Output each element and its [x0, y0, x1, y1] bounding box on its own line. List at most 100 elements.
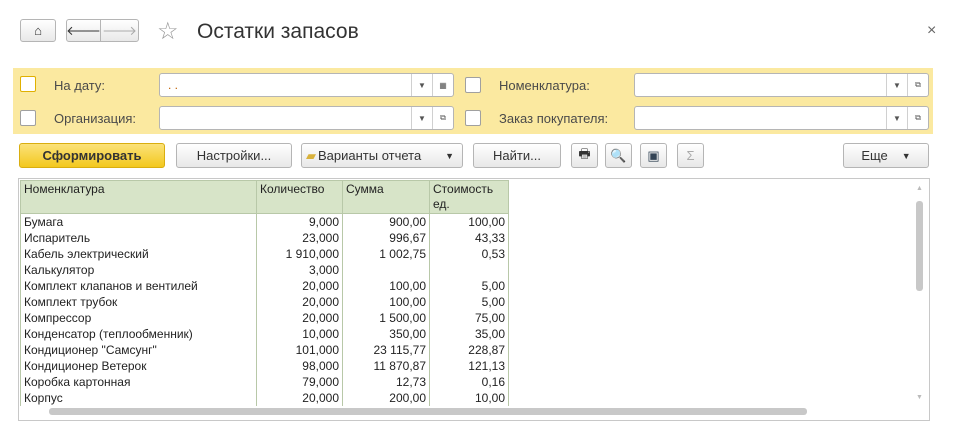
open-icon[interactable]: ⧉: [907, 107, 928, 129]
vertical-scrollbar[interactable]: [916, 201, 923, 291]
cell-quantity[interactable]: 23,000: [256, 230, 343, 246]
table-row[interactable]: Корпус 20,000 200,00 10,00: [20, 390, 509, 406]
print-button[interactable]: 🖶: [571, 143, 598, 168]
cell-unit-cost[interactable]: 5,00: [429, 278, 509, 294]
table-row[interactable]: Коробка картонная 79,000 12,73 0,16: [20, 374, 509, 390]
cell-unit-cost[interactable]: 0,16: [429, 374, 509, 390]
cell-nomenclature[interactable]: Кондиционер Ветерок: [20, 358, 257, 374]
back-button[interactable]: 🡐: [66, 19, 101, 42]
organization-checkbox[interactable]: [20, 110, 36, 126]
save-button[interactable]: ▣: [640, 143, 667, 168]
cell-sum[interactable]: [342, 262, 430, 278]
cell-sum[interactable]: 100,00: [342, 278, 430, 294]
cell-sum[interactable]: 11 870,87: [342, 358, 430, 374]
cell-quantity[interactable]: 98,000: [256, 358, 343, 374]
find-button[interactable]: Найти...: [473, 143, 561, 168]
cell-sum[interactable]: 350,00: [342, 326, 430, 342]
cell-nomenclature[interactable]: Коробка картонная: [20, 374, 257, 390]
scroll-up-icon[interactable]: ▲: [916, 185, 923, 192]
cell-unit-cost[interactable]: [429, 262, 509, 278]
generate-button[interactable]: Сформировать: [19, 143, 165, 168]
table-row[interactable]: Кондиционер Ветерок 98,000 11 870,87 121,13: [20, 358, 509, 374]
cell-unit-cost[interactable]: 35,00: [429, 326, 509, 342]
cell-sum[interactable]: 12,73: [342, 374, 430, 390]
cell-quantity[interactable]: 20,000: [256, 278, 343, 294]
sigma-icon: Σ: [686, 148, 695, 163]
cell-quantity[interactable]: 20,000: [256, 390, 343, 406]
cell-quantity[interactable]: 101,000: [256, 342, 343, 358]
open-icon[interactable]: ⧉: [907, 74, 928, 96]
dropdown-icon[interactable]: ▼: [411, 74, 432, 96]
cell-quantity[interactable]: 10,000: [256, 326, 343, 342]
date-checkbox[interactable]: [20, 76, 36, 92]
cell-nomenclature[interactable]: Компрессор: [20, 310, 257, 326]
cell-sum[interactable]: 1 500,00: [342, 310, 430, 326]
cell-quantity[interactable]: 20,000: [256, 294, 343, 310]
cell-unit-cost[interactable]: 10,00: [429, 390, 509, 406]
customer-order-checkbox[interactable]: [465, 110, 481, 126]
cell-quantity[interactable]: 1 910,000: [256, 246, 343, 262]
dropdown-icon[interactable]: ▼: [886, 74, 907, 96]
dropdown-icon[interactable]: ▼: [411, 107, 432, 129]
home-button[interactable]: ⌂: [20, 19, 56, 42]
preview-button[interactable]: 🔍: [605, 143, 632, 168]
customer-order-input[interactable]: ▼ ⧉: [634, 106, 929, 130]
cell-unit-cost[interactable]: 75,00: [429, 310, 509, 326]
cell-quantity[interactable]: 3,000: [256, 262, 343, 278]
cell-sum[interactable]: 23 115,77: [342, 342, 430, 358]
cell-sum[interactable]: 1 002,75: [342, 246, 430, 262]
settings-button[interactable]: Настройки...: [176, 143, 292, 168]
table-row[interactable]: Испаритель 23,000 996,67 43,33: [20, 230, 509, 246]
table-row[interactable]: Калькулятор 3,000: [20, 262, 509, 278]
scroll-down-icon[interactable]: ▼: [916, 394, 923, 401]
cell-unit-cost[interactable]: 100,00: [429, 213, 509, 230]
column-header-sum: Сумма: [342, 180, 430, 214]
nomenclature-input[interactable]: ▼ ⧉: [634, 73, 929, 97]
table-row[interactable]: Кондиционер "Самсунг" 101,000 23 115,77 228…: [20, 342, 509, 358]
cell-sum[interactable]: 996,67: [342, 230, 430, 246]
cell-nomenclature[interactable]: Конденсатор (теплообменник): [20, 326, 257, 342]
cell-nomenclature[interactable]: Калькулятор: [20, 262, 257, 278]
cell-unit-cost[interactable]: 228,87: [429, 342, 509, 358]
report-variants-button[interactable]: ▰ Варианты отчета ▼: [301, 143, 463, 168]
calendar-icon[interactable]: ▦: [432, 74, 453, 96]
cell-unit-cost[interactable]: 0,53: [429, 246, 509, 262]
table-row[interactable]: Комплект трубок 20,000 100,00 5,00: [20, 294, 509, 310]
dropdown-icon[interactable]: ▼: [886, 107, 907, 129]
horizontal-scrollbar[interactable]: [49, 408, 807, 415]
open-icon[interactable]: ⧉: [432, 107, 453, 129]
cell-nomenclature[interactable]: Комплект клапанов и вентилей: [20, 278, 257, 294]
column-header-unit-cost: Стоимость ед.: [429, 180, 509, 214]
cell-unit-cost[interactable]: 43,33: [429, 230, 509, 246]
cell-quantity[interactable]: 9,000: [256, 213, 343, 230]
nomenclature-checkbox[interactable]: [465, 77, 481, 93]
cell-quantity[interactable]: 79,000: [256, 374, 343, 390]
cell-unit-cost[interactable]: 5,00: [429, 294, 509, 310]
forward-button[interactable]: 🡒: [100, 19, 139, 42]
cell-nomenclature[interactable]: Бумага: [20, 213, 257, 230]
cell-quantity[interactable]: 20,000: [256, 310, 343, 326]
table-row[interactable]: Комплект клапанов и вентилей 20,000 100,00…: [20, 278, 509, 294]
date-input[interactable]: . . ▼ ▦: [159, 73, 454, 97]
arrow-left-icon: 🡐: [66, 22, 101, 38]
table-row[interactable]: Бумага 9,000 900,00 100,00: [20, 213, 509, 230]
favorite-star-icon[interactable]: ☆: [157, 17, 179, 46]
table-row[interactable]: Конденсатор (теплообменник) 10,000 350,00 3…: [20, 326, 509, 342]
sum-button[interactable]: Σ: [677, 143, 704, 168]
cell-sum[interactable]: 900,00: [342, 213, 430, 230]
cell-nomenclature[interactable]: Корпус: [20, 390, 257, 406]
organization-input[interactable]: ▼ ⧉: [159, 106, 454, 130]
close-icon[interactable]: ×: [927, 22, 936, 40]
table-row[interactable]: Компрессор 20,000 1 500,00 75,00: [20, 310, 509, 326]
cell-unit-cost[interactable]: 121,13: [429, 358, 509, 374]
cell-nomenclature[interactable]: Кабель электрический: [20, 246, 257, 262]
cell-nomenclature[interactable]: Испаритель: [20, 230, 257, 246]
table-row[interactable]: Кабель электрический 1 910,000 1 002,75 0,5…: [20, 246, 509, 262]
cell-nomenclature[interactable]: Кондиционер "Самсунг": [20, 342, 257, 358]
more-button[interactable]: Еще ▼: [843, 143, 929, 168]
cell-sum[interactable]: 100,00: [342, 294, 430, 310]
printer-icon: 🖶: [578, 145, 591, 161]
cell-nomenclature[interactable]: Комплект трубок: [20, 294, 257, 310]
cell-sum[interactable]: 200,00: [342, 390, 430, 406]
print-preview-icon: 🔍: [610, 147, 627, 163]
